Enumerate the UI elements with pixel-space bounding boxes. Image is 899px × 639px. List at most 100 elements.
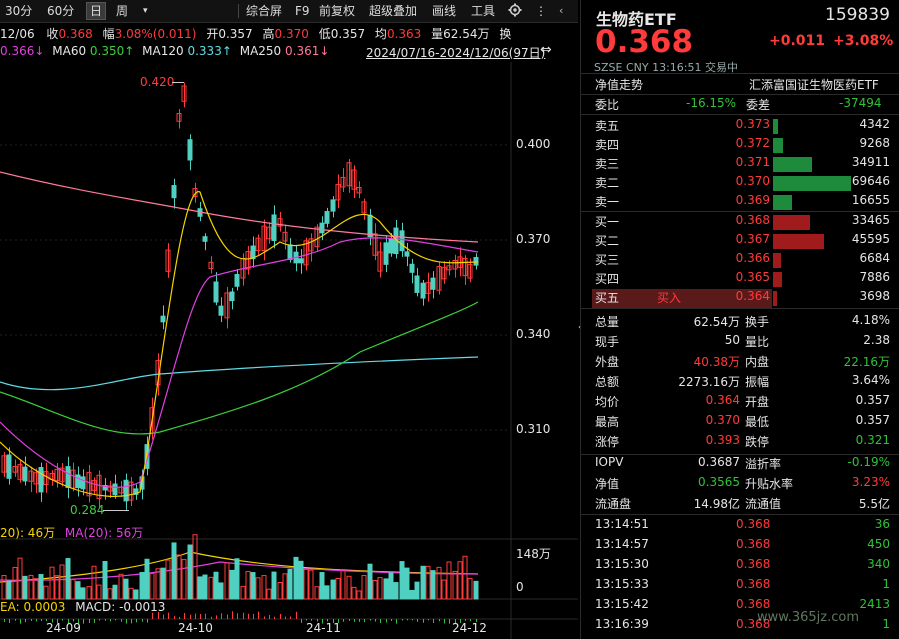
weicha-value: -37494 bbox=[839, 96, 882, 110]
fund-stat-value: 3.23% bbox=[851, 475, 890, 489]
low-value: 0.357 bbox=[330, 27, 366, 41]
candlestick-chart[interactable] bbox=[0, 62, 578, 639]
volume-bar bbox=[367, 563, 373, 600]
nav-trend-link[interactable]: 净值走势 bbox=[595, 76, 643, 93]
chevron-left-icon[interactable]: ‹ bbox=[556, 3, 566, 19]
turnover-label: 换 bbox=[499, 27, 512, 41]
stat-value: 0.357 bbox=[855, 393, 890, 407]
ask-price: 0.370 bbox=[735, 174, 770, 188]
tick-price: 0.368 bbox=[736, 537, 771, 551]
period-week-button[interactable]: 周 bbox=[113, 3, 131, 19]
close-label: 收 bbox=[46, 27, 59, 41]
ask-volume: 69646 bbox=[851, 174, 890, 188]
close-value: 0.368 bbox=[58, 27, 93, 41]
volume-bar bbox=[202, 574, 208, 600]
volume-bar bbox=[112, 584, 118, 600]
bid-price: 0.365 bbox=[735, 270, 770, 284]
bid-price: 0.367 bbox=[735, 232, 770, 246]
volume-bar bbox=[75, 581, 81, 600]
menu-adjusted-price[interactable]: 前复权 bbox=[316, 3, 358, 19]
volume-bar bbox=[351, 586, 357, 600]
stat-value: 4.18% bbox=[851, 313, 890, 327]
last-price: 0.368 bbox=[595, 24, 694, 60]
fund-stat-value: 0.3565 bbox=[698, 475, 740, 489]
period-day-button[interactable]: 日 bbox=[86, 2, 107, 20]
volume-bar bbox=[425, 565, 431, 600]
vol-ma-label-a: 20): 46万 bbox=[0, 526, 56, 540]
volume-bar bbox=[330, 579, 336, 600]
volume-bar bbox=[181, 559, 187, 600]
volume-bar bbox=[197, 576, 203, 600]
high-annotation-line bbox=[172, 82, 184, 83]
volume-bar bbox=[346, 575, 352, 600]
menu-tools[interactable]: 工具 bbox=[468, 3, 498, 19]
volume-bar bbox=[409, 590, 415, 600]
volume-bar bbox=[65, 558, 71, 600]
low-label: 低 bbox=[318, 27, 331, 41]
volume-bar bbox=[340, 568, 346, 600]
candle-body bbox=[187, 139, 193, 161]
menu-composite-screen[interactable]: 综合屏 bbox=[243, 3, 285, 19]
candle-body bbox=[6, 454, 12, 479]
candle-body bbox=[38, 466, 44, 493]
volume-bar bbox=[314, 586, 320, 600]
volume-bar bbox=[250, 572, 256, 600]
volume-bar bbox=[49, 566, 55, 600]
bid-label: 买五 bbox=[595, 291, 620, 305]
fund-stat-value: 5.5亿 bbox=[858, 497, 890, 511]
menu-f9[interactable]: F9 bbox=[292, 3, 313, 19]
date-axis-label: 24-10 bbox=[178, 621, 213, 635]
weicha-label: 委差 bbox=[746, 98, 771, 112]
volume-bar bbox=[271, 571, 277, 600]
period-more-dropdown-icon[interactable]: ▾ bbox=[140, 3, 151, 19]
volume-bar bbox=[12, 566, 18, 600]
volume-bar bbox=[123, 578, 129, 600]
candle-body bbox=[202, 236, 208, 242]
volume-bar bbox=[224, 562, 230, 600]
switch-range-icon[interactable]: ⇔ bbox=[540, 42, 552, 58]
menu-draw-line[interactable]: 画线 bbox=[429, 3, 459, 19]
stat-value: 2.38 bbox=[863, 333, 890, 347]
tick-volume: 1 bbox=[882, 617, 890, 631]
candle-body bbox=[404, 251, 410, 257]
volume-bar bbox=[38, 574, 44, 600]
settings-gear-icon[interactable] bbox=[505, 3, 525, 19]
bar-date: 12/06 bbox=[0, 27, 35, 41]
bid-volume-bar bbox=[773, 253, 781, 268]
chart-toolbar: 30分 60分 日 周 ▾ 综合屏 F9 前复权 超级叠加 画线 工具 ⋮ ‹ bbox=[0, 0, 578, 23]
macd-legend: EA: 0.0003 MACD: -0.0013 bbox=[0, 600, 165, 614]
stat-value: 0.364 bbox=[705, 393, 740, 407]
stat-value: 0.370 bbox=[705, 413, 740, 427]
buy-button[interactable]: 买入 bbox=[657, 289, 681, 306]
date-axis-label: 24-11 bbox=[306, 621, 341, 635]
price-axis-label: 0.310 bbox=[516, 422, 551, 436]
candle-body bbox=[75, 474, 81, 489]
volume-bar bbox=[43, 585, 49, 600]
bid-label: 买三 bbox=[595, 253, 620, 267]
period-60min-button[interactable]: 60分 bbox=[44, 3, 77, 19]
volume-bar bbox=[176, 554, 182, 600]
high-label: 高 bbox=[262, 27, 275, 41]
security-code: 159839 bbox=[825, 5, 890, 25]
volume-bar bbox=[208, 576, 214, 600]
volume-bar bbox=[255, 577, 261, 600]
volume-value: 62.54万 bbox=[443, 27, 490, 41]
stat-label: 开盘 bbox=[745, 395, 770, 409]
ma120-line bbox=[0, 356, 479, 391]
menu-super-overlay[interactable]: 超级叠加 bbox=[366, 3, 420, 19]
ask-volume: 34911 bbox=[851, 155, 890, 169]
volume-bar bbox=[240, 585, 246, 600]
volume-bar bbox=[308, 569, 314, 600]
period-30min-button[interactable]: 30分 bbox=[2, 3, 35, 19]
volume-bar bbox=[165, 559, 171, 600]
more-menu-icon[interactable]: ⋮ bbox=[532, 3, 550, 19]
volume-label: 量 bbox=[431, 27, 444, 41]
stat-value: 0.393 bbox=[705, 433, 740, 447]
date-range-link[interactable]: 2024/07/16-2024/12/06(97日) bbox=[366, 44, 545, 61]
avg-label: 均 bbox=[374, 27, 387, 41]
candle-body bbox=[319, 222, 325, 234]
ask-volume: 4342 bbox=[859, 117, 890, 131]
ask-volume-bar bbox=[773, 157, 812, 172]
candle-body bbox=[213, 281, 219, 303]
open-label: 开 bbox=[206, 27, 219, 41]
